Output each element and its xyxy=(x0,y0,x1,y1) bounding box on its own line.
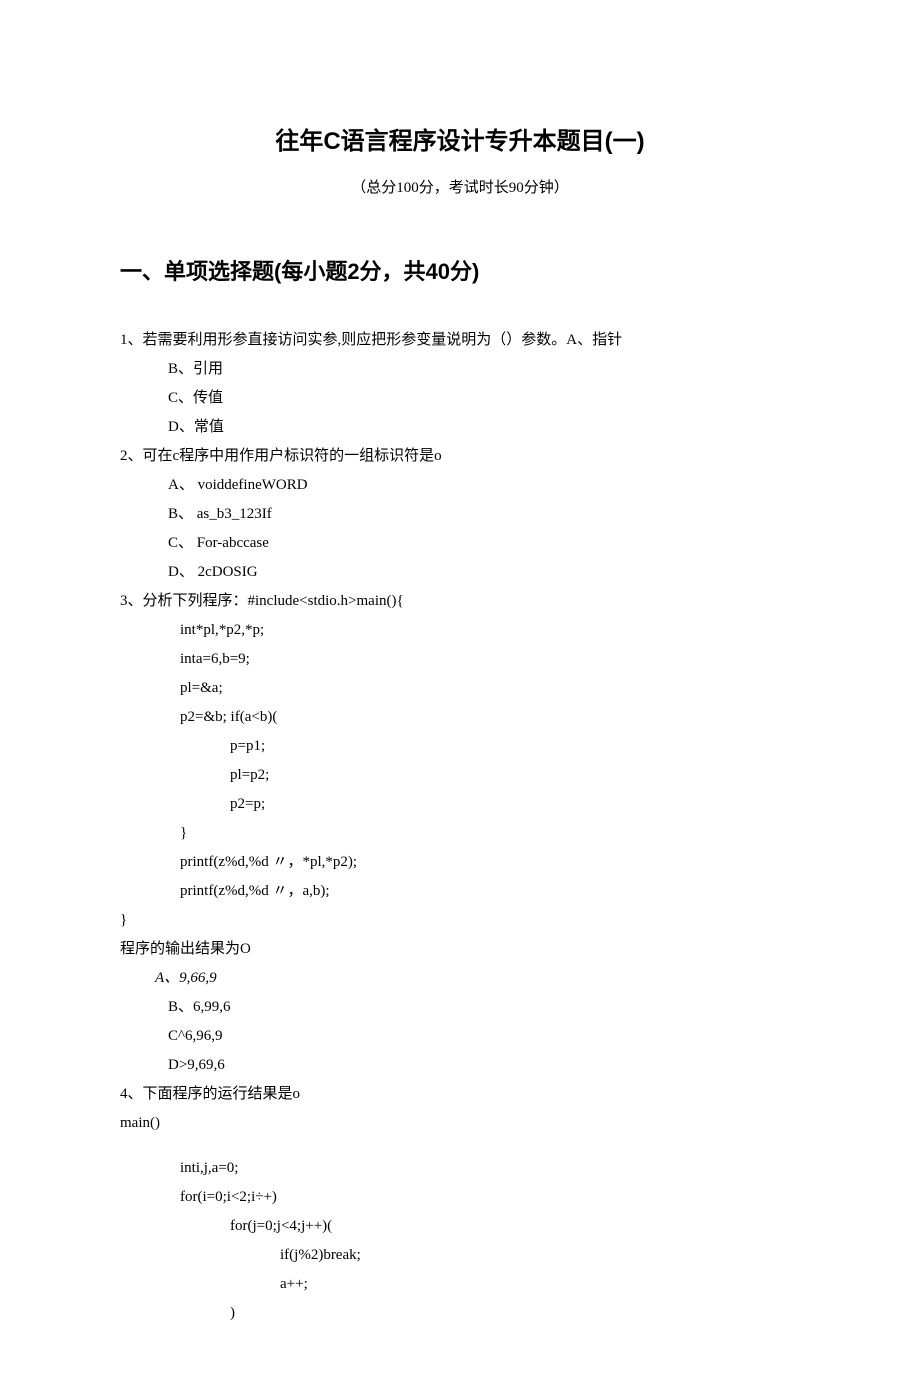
q4-code-line: inti,j,a=0; xyxy=(180,1155,800,1182)
section-header: 一、单项选择题(每小题2分，共40分) xyxy=(120,252,800,292)
question-4: 4、下面程序的运行结果是o xyxy=(120,1081,800,1108)
q2-option-d: D、 2cDOSIG xyxy=(168,559,800,586)
q3-result-text: 程序的输出结果为O xyxy=(120,936,800,963)
q3-code-line: inta=6,b=9; xyxy=(180,646,800,673)
q4-code-line: for(i=0;i<2;i÷+) xyxy=(180,1184,800,1211)
question-3: 3、分析下列程序：#include<stdio.h>main(){ xyxy=(120,588,800,615)
q3-code-line: pl=p2; xyxy=(230,762,800,789)
q3-code-line: } xyxy=(180,820,800,847)
q3-option-d: D>9,69,6 xyxy=(168,1052,800,1079)
q1-option-d: D、常值 xyxy=(168,414,800,441)
q3-code-line: printf(z%d,%d 〃，*pl,*p2); xyxy=(180,849,800,876)
question-1: 1、若需要利用形参直接访问实参,则应把形参变量说明为（）参数。A、指针 xyxy=(120,327,800,354)
q3-code-line: p=p1; xyxy=(230,733,800,760)
q3-code-line: int*pl,*p2,*p; xyxy=(180,617,800,644)
q3-code-line: printf(z%d,%d 〃，a,b); xyxy=(180,878,800,905)
document-title: 往年C语言程序设计专升本题目(一) xyxy=(120,120,800,163)
q4-code-line: a++; xyxy=(280,1271,800,1298)
q4-code-line: for(j=0;j<4;j++)( xyxy=(230,1213,800,1240)
question-2: 2、可在c程序中用作用户标识符的一组标识符是o xyxy=(120,443,800,470)
q3-code-line: pl=&a; xyxy=(180,675,800,702)
q4-main: main() xyxy=(120,1110,800,1137)
q2-option-c: C、 For-abccase xyxy=(168,530,800,557)
q2-option-b: B、 as_b3_123If xyxy=(168,501,800,528)
q4-code-line: if(j%2)break; xyxy=(280,1242,800,1269)
q3-code-end: } xyxy=(120,907,800,934)
q3-code-line: p2=&b; if(a<b)( xyxy=(180,704,800,731)
q3-option-c: C^6,96,9 xyxy=(168,1023,800,1050)
q3-code-line: p2=p; xyxy=(230,791,800,818)
q1-option-c: C、传值 xyxy=(168,385,800,412)
q1-option-b: B、引用 xyxy=(168,356,800,383)
q2-option-a: A、 voiddefineWORD xyxy=(168,472,800,499)
q4-code-line: ) xyxy=(230,1300,800,1327)
q3-option-b: B、6,99,6 xyxy=(168,994,800,1021)
document-subtitle: （总分100分，考试时长90分钟） xyxy=(120,175,800,202)
q3-option-a: A、9,66,9 xyxy=(155,965,800,992)
